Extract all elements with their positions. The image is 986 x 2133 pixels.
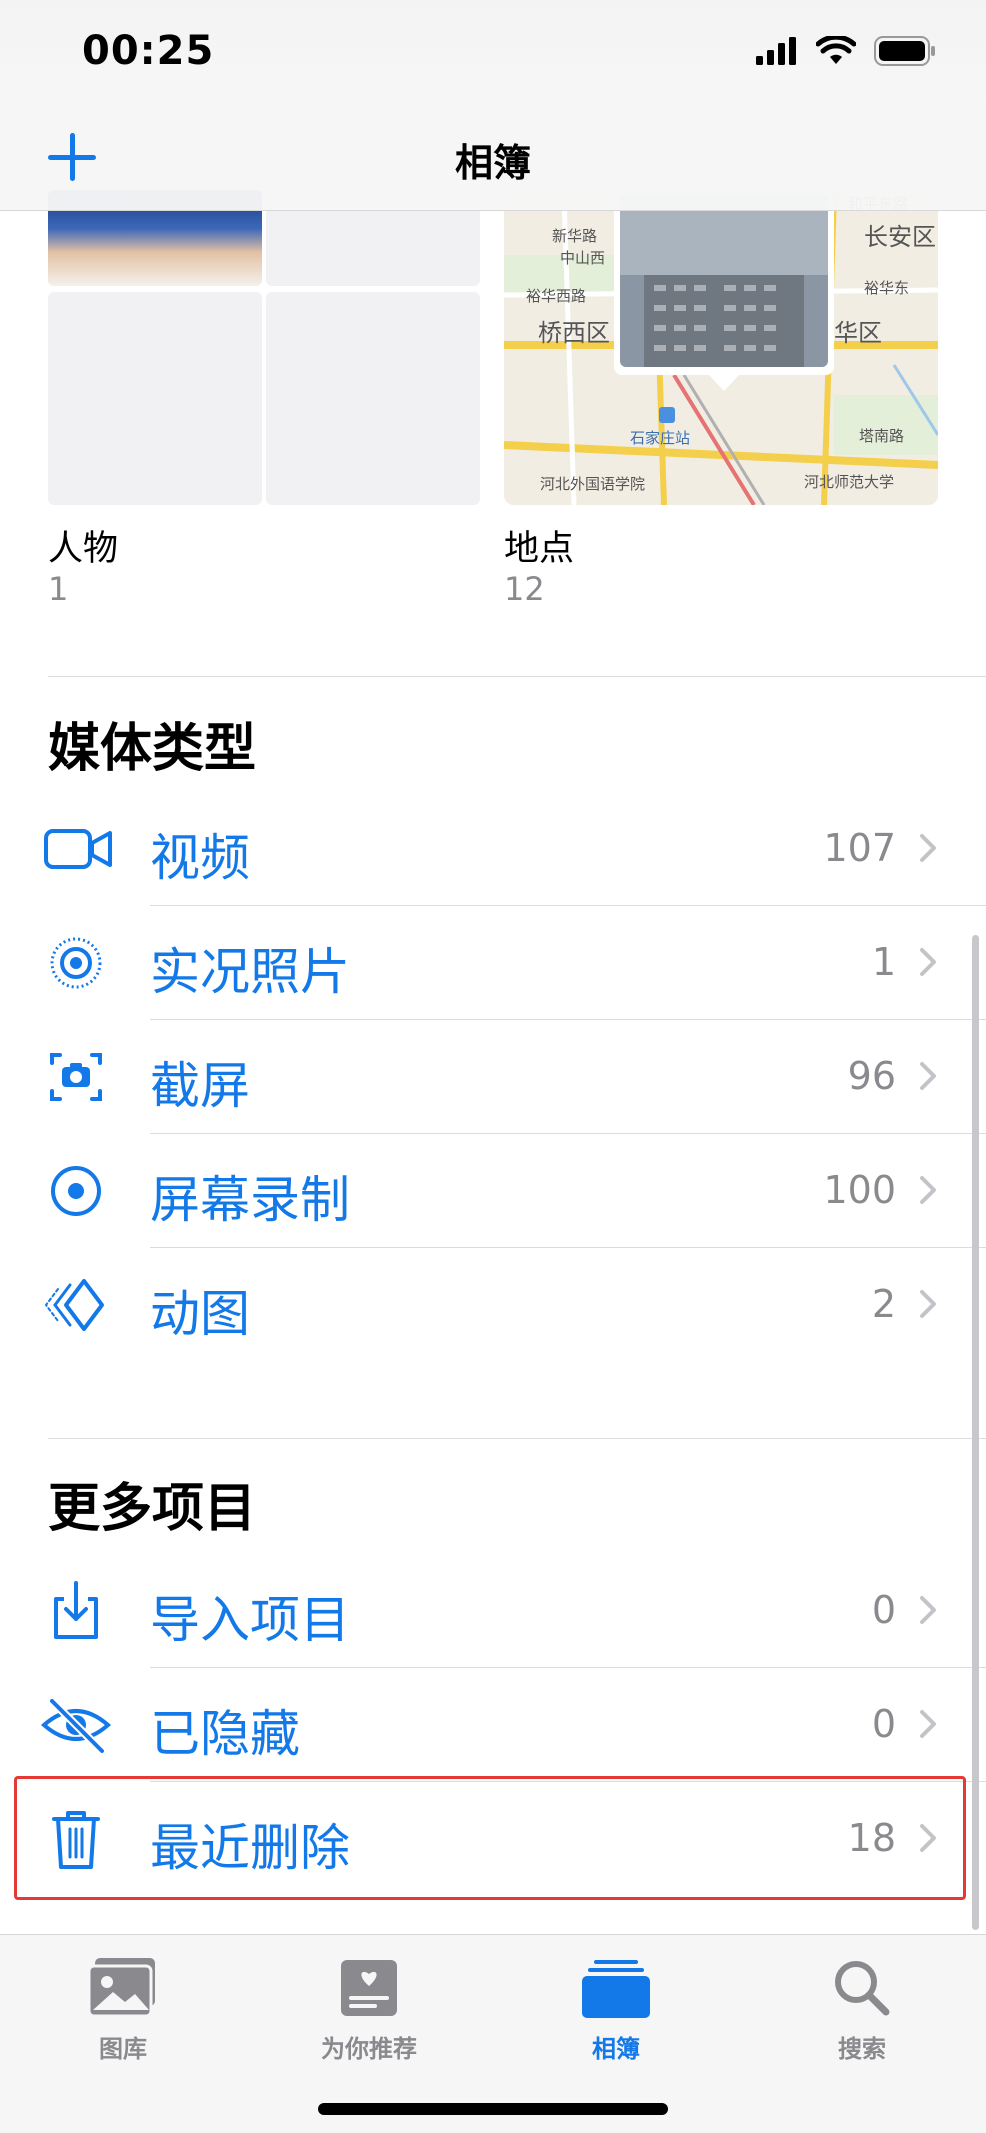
battery-icon xyxy=(874,36,935,66)
tab-bar: 图库 为你推荐 相簿 搜索 xyxy=(0,1934,986,2133)
map-label-zhongshanxi: 中山西 xyxy=(560,249,606,267)
row-imports[interactable]: 导入项目 0 xyxy=(0,1554,986,1668)
chevron-right-icon xyxy=(920,1062,936,1090)
chevron-right-icon xyxy=(920,1710,936,1738)
highlight-box xyxy=(14,1776,966,1900)
hidden-eye-icon xyxy=(40,1698,112,1754)
map-label-changanqu: 长安区 xyxy=(864,223,936,251)
album-name-places: 地点 xyxy=(504,529,575,569)
row-count: 1 xyxy=(871,940,896,984)
home-indicator xyxy=(318,2103,668,2115)
section-divider xyxy=(48,676,986,677)
row-count: 96 xyxy=(847,1054,896,1098)
live-photo-icon xyxy=(50,937,102,989)
wifi-icon xyxy=(816,36,856,64)
map-label-xinhualu: 新华路 xyxy=(552,227,598,245)
map-label-yuhuaxilu: 裕华西路 xyxy=(526,287,587,305)
row-count: 2 xyxy=(871,1282,896,1326)
page-title: 相簿 xyxy=(454,141,531,185)
for-you-icon xyxy=(341,1960,397,2016)
map-label-yuhuadong: 裕华东 xyxy=(864,279,910,297)
section-divider xyxy=(48,1438,986,1439)
library-icon xyxy=(87,1958,155,2018)
tab-search[interactable]: 搜索 xyxy=(762,1953,962,2064)
row-label: 导入项目 xyxy=(150,1591,350,1649)
empty-thumbnail xyxy=(266,292,480,505)
import-icon xyxy=(54,1581,98,1639)
tab-albums[interactable]: 相簿 xyxy=(516,1953,716,2064)
row-label: 截屏 xyxy=(150,1057,250,1115)
tab-for-you[interactable]: 为你推荐 xyxy=(269,1953,469,2064)
row-label: 视频 xyxy=(150,829,250,887)
album-count-people: 1 xyxy=(48,570,69,608)
tab-label: 为你推荐 xyxy=(321,2035,417,2063)
map-label-qiaoxiqu: 桥西区 xyxy=(538,319,610,347)
row-count: 0 xyxy=(871,1588,896,1632)
places-map: 新华路 中山西 裕华西路 桥西区 石家庄站 和平东路 长安区 裕华东 华区 塔南… xyxy=(504,195,938,505)
status-time: 00:25 xyxy=(82,28,215,74)
chevron-right-icon xyxy=(920,1596,936,1624)
map-label-huaqu: 华区 xyxy=(834,319,882,347)
map-label-hebei-foreign-language: 河北外国语学院 xyxy=(540,475,646,493)
empty-thumbnail xyxy=(48,292,262,505)
row-hidden[interactable]: 已隐藏 0 xyxy=(0,1668,986,1782)
scroll-indicator[interactable] xyxy=(972,935,979,1930)
video-icon xyxy=(44,829,112,869)
row-count: 0 xyxy=(871,1702,896,1746)
screenshot-icon xyxy=(50,1053,102,1101)
row-screen-recordings[interactable]: 屏幕录制 100 xyxy=(0,1134,986,1248)
more-items-heading: 更多项目 xyxy=(48,1479,257,1539)
row-animated[interactable]: 动图 2 xyxy=(0,1248,986,1362)
chevron-right-icon xyxy=(920,948,936,976)
status-bar: 00:25 xyxy=(0,0,986,110)
search-icon xyxy=(835,1961,890,2016)
row-live-photos[interactable]: 实况照片 1 xyxy=(0,906,986,1020)
row-label: 屏幕录制 xyxy=(150,1171,350,1229)
screen-recording-icon xyxy=(51,1166,101,1216)
chevron-right-icon xyxy=(920,1290,936,1318)
row-label: 实况照片 xyxy=(150,943,350,1001)
navigation-bar: 相簿 xyxy=(0,100,986,211)
status-icons xyxy=(756,36,936,66)
map-label-tananlu: 塔南路 xyxy=(859,427,905,445)
row-videos[interactable]: 视频 107 xyxy=(0,792,986,906)
tab-label: 搜索 xyxy=(838,2035,886,2063)
row-count: 100 xyxy=(823,1168,896,1212)
chevron-right-icon xyxy=(920,1176,936,1204)
row-label: 动图 xyxy=(150,1285,250,1343)
row-count: 107 xyxy=(823,826,896,870)
albums-icon xyxy=(582,1960,650,2018)
animated-icon xyxy=(44,1279,104,1331)
row-screenshots[interactable]: 截屏 96 xyxy=(0,1020,986,1134)
cellular-signal-icon xyxy=(756,37,796,65)
map-label-shijiazhuang-station: 石家庄站 xyxy=(630,429,691,447)
album-count-places: 12 xyxy=(504,570,545,608)
media-types-heading: 媒体类型 xyxy=(48,719,257,779)
album-name-people: 人物 xyxy=(48,529,119,569)
row-label: 已隐藏 xyxy=(150,1705,300,1763)
tab-library[interactable]: 图库 xyxy=(23,1953,223,2064)
map-label-hebei-normal-university: 河北师范大学 xyxy=(804,473,895,491)
tab-label: 图库 xyxy=(99,2035,147,2063)
tab-label: 相簿 xyxy=(592,2035,640,2063)
chevron-right-icon xyxy=(920,834,936,862)
